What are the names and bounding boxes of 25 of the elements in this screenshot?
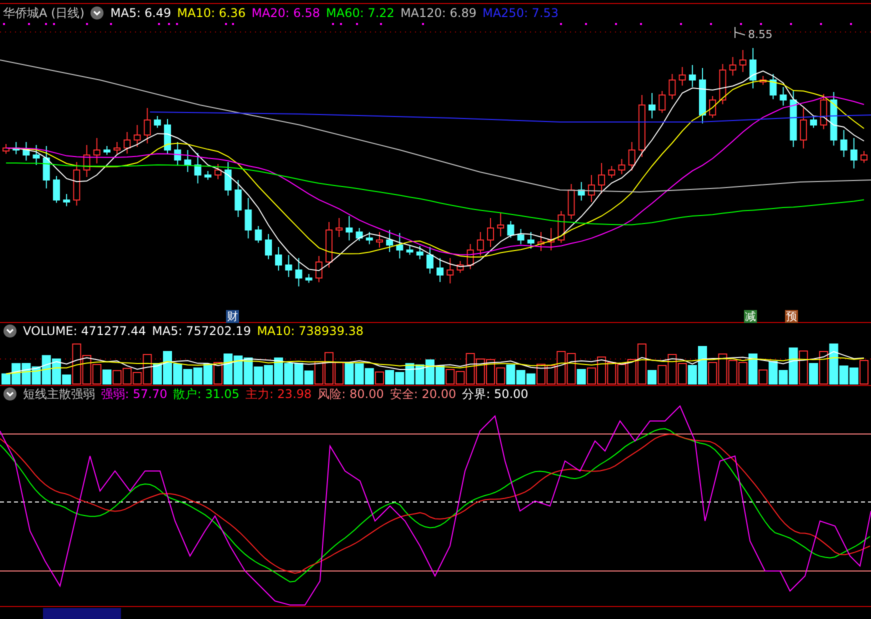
indicator-value: MA120: 6.89 xyxy=(400,4,476,22)
dropdown-icon[interactable] xyxy=(90,6,104,20)
indicator-value: VOLUME: 471277.44 xyxy=(23,322,146,339)
indicator-value: MA5: 6.49 xyxy=(110,4,172,22)
dropdown-icon[interactable] xyxy=(3,324,17,338)
dropdown-icon[interactable] xyxy=(3,386,17,401)
indicator-value: 主力: 23.98 xyxy=(245,386,312,402)
event-marker[interactable]: 减 xyxy=(744,310,757,323)
indicator-value: 分界: 50.00 xyxy=(462,386,528,402)
indicator-value: 强弱: 57.70 xyxy=(101,386,168,402)
indicator-value: 安全: 20.00 xyxy=(390,386,456,402)
indicator-value: MA60: 7.22 xyxy=(326,4,394,22)
indicator-title: 短线主散强弱 xyxy=(23,386,95,402)
indicator-value: MA20: 6.58 xyxy=(252,4,320,22)
indicator-value: 风险: 80.00 xyxy=(318,386,384,402)
scroll-thumb[interactable] xyxy=(43,608,121,619)
indicator-value: MA5: 757202.19 xyxy=(152,322,251,339)
event-marker[interactable]: 财 xyxy=(226,310,239,323)
indicator-value: MA10: 738939.38 xyxy=(256,322,364,339)
indicator-value: 散户: 31.05 xyxy=(173,386,240,402)
indicator-value: MA250: 7.53 xyxy=(482,4,559,22)
chart-title: 华侨城A (日线) xyxy=(3,4,84,22)
event-marker[interactable]: 预 xyxy=(785,310,798,323)
high-price-label: 8.55 xyxy=(734,26,772,41)
indicator-value: MA10: 6.36 xyxy=(177,4,246,22)
